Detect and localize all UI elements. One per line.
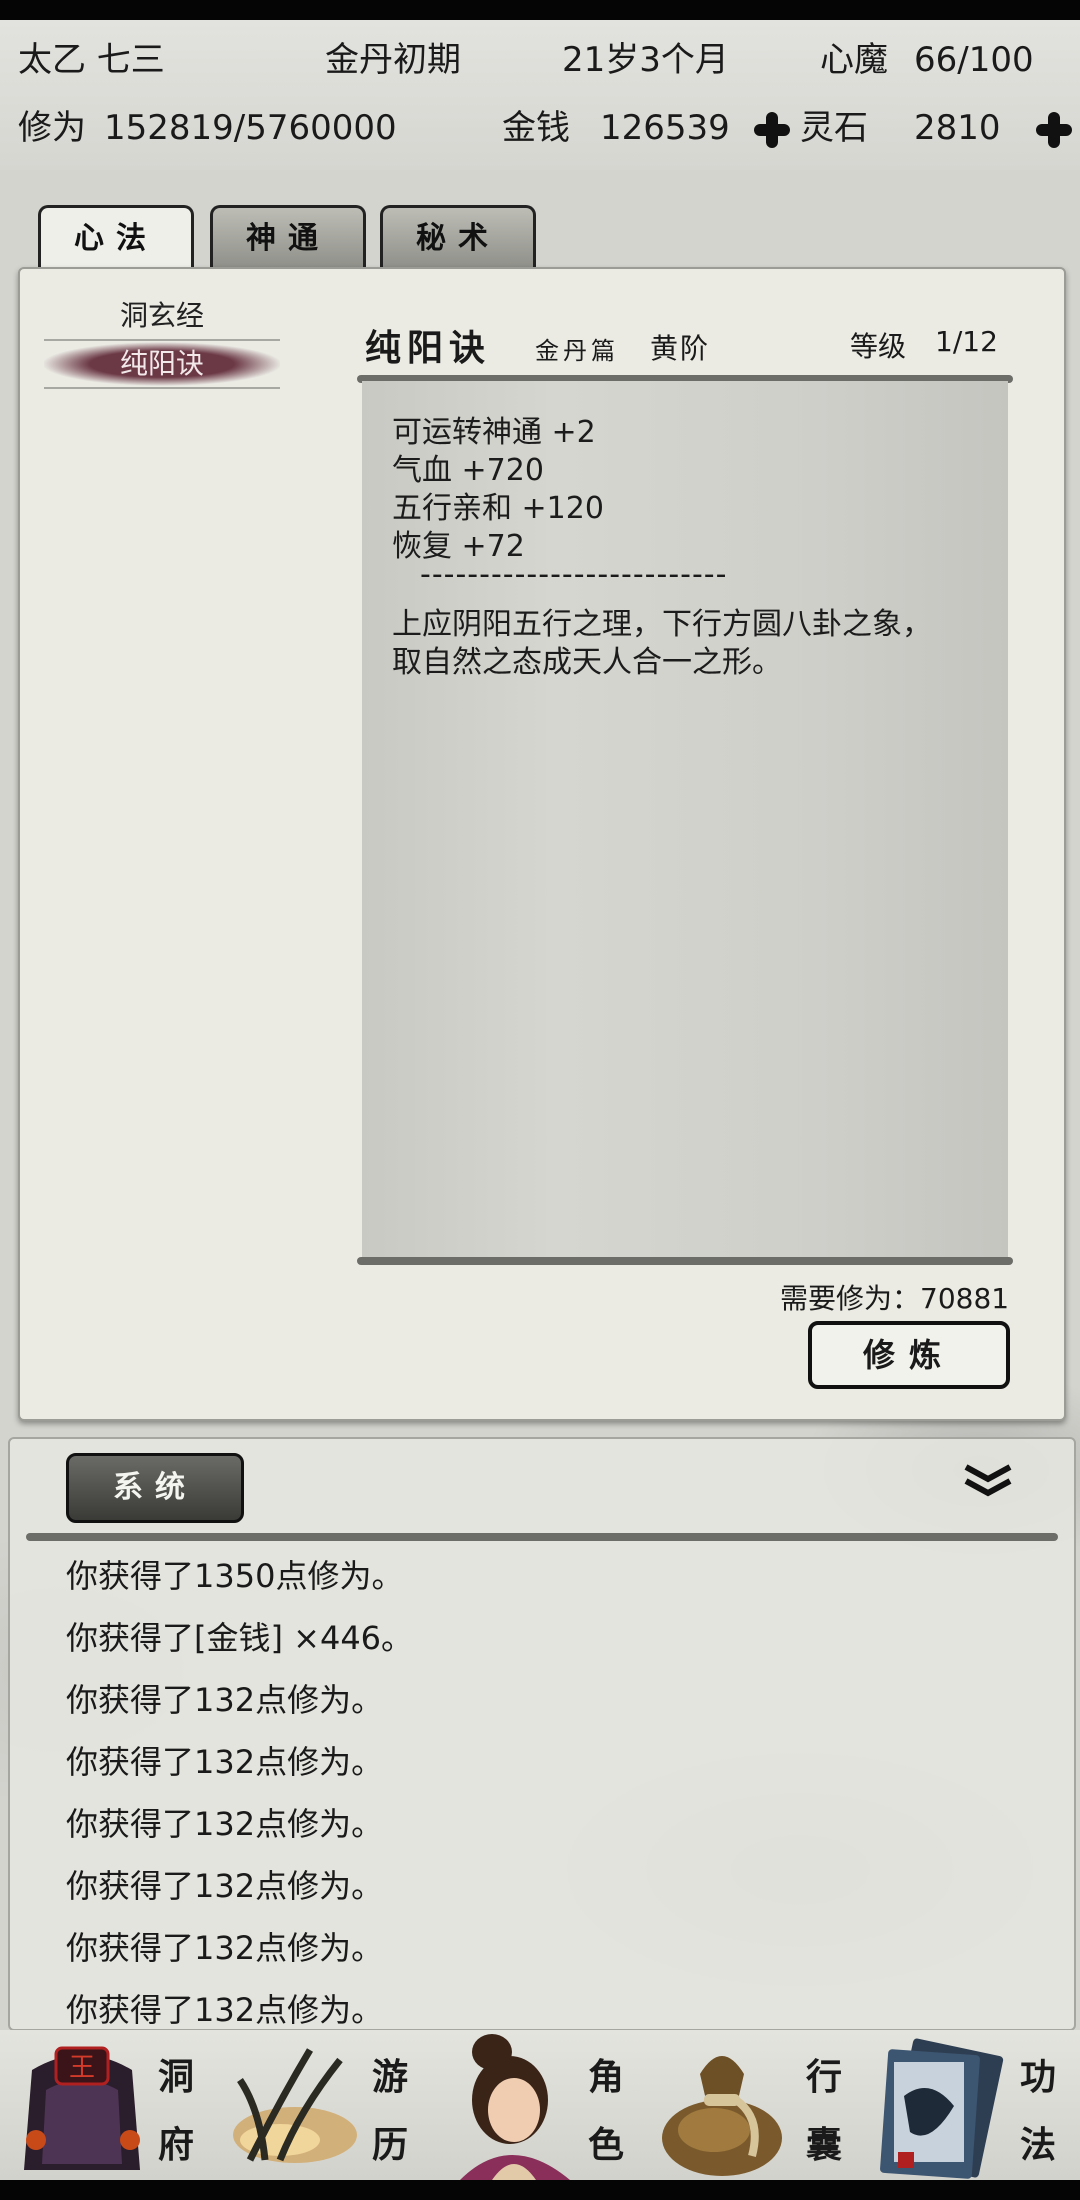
level-label: 等级 — [850, 330, 907, 363]
add-spirit-stone-icon[interactable] — [1034, 110, 1074, 150]
log-line: 你获得了132点修为。 — [66, 1929, 384, 1967]
add-money-icon[interactable] — [752, 110, 792, 150]
nav-cave-char-1[interactable]: 洞 — [158, 2048, 194, 2100]
log-divider — [26, 1533, 1058, 1541]
detail-divider: -------------------------- — [420, 557, 728, 592]
spirit-stone-label: 灵石 — [800, 108, 868, 148]
log-line: 你获得了[金钱] ×446。 — [66, 1619, 414, 1657]
character-portrait-icon[interactable] — [440, 2030, 580, 2180]
player-status-bar: 太乙 七三 金丹初期 21岁3个月 心魔 66/100 修为 152819/57… — [0, 20, 1080, 172]
technique-item-dongxuan[interactable]: 洞玄经 — [44, 293, 280, 341]
tab-divine-ability[interactable]: 神通 — [210, 205, 366, 270]
cultivation-label: 修为 — [18, 108, 86, 148]
log-line: 你获得了1350点修为。 — [66, 1557, 404, 1595]
system-status-band — [0, 0, 1080, 20]
description-line: 取自然之态成天人合一之形。 — [392, 645, 782, 680]
tab-secret-art[interactable]: 秘术 — [380, 205, 536, 270]
tab-system-log[interactable]: 系统 — [66, 1453, 244, 1523]
technique-panel: 洞玄经 纯阳诀 纯阳诀 金丹篇 黄阶 等级 1/12 可运转神通 +2 气血 +… — [18, 267, 1066, 1421]
skills-book-icon[interactable] — [870, 2036, 1020, 2180]
money-value: 126539 — [600, 108, 730, 148]
bottom-navigation: 王 洞 府 游 历 角 色 行 囊 功 法 — [0, 2030, 1080, 2180]
cultivation-requirement: 需要修为：70881 — [780, 1282, 1010, 1315]
player-age: 21岁3个月 — [562, 40, 729, 80]
cultivation-value: 152819/5760000 — [104, 108, 397, 148]
level-value: 1/12 — [935, 325, 998, 358]
technique-title: 纯阳诀 — [365, 327, 492, 369]
technique-item-chunyang[interactable]: 纯阳诀 — [44, 341, 280, 389]
cave-seal-icon[interactable]: 王 — [12, 2030, 152, 2180]
system-log-panel: 系统 你获得了1350点修为。 你获得了[金钱] ×446。 你获得了132点修… — [8, 1437, 1076, 2031]
technique-subtitle: 金丹篇 — [535, 337, 619, 365]
scroll-bottom-rod — [357, 1257, 1013, 1265]
travel-herb-icon[interactable] — [220, 2040, 370, 2180]
log-line: 你获得了132点修为。 — [66, 1681, 384, 1719]
nav-travel-char-2[interactable]: 历 — [372, 2116, 408, 2168]
nav-bag-char-1[interactable]: 行 — [806, 2048, 842, 2100]
nav-character-char-2[interactable]: 色 — [588, 2116, 624, 2168]
collapse-double-chevron-icon[interactable] — [962, 1461, 1014, 1501]
nav-character-char-1[interactable]: 角 — [588, 2048, 624, 2100]
system-navigation-band — [0, 2180, 1080, 2200]
svg-text:王: 王 — [69, 2053, 95, 2083]
nav-bag-char-2[interactable]: 囊 — [806, 2116, 842, 2168]
heart-demon-label: 心魔 — [820, 40, 888, 80]
bag-pouch-icon[interactable] — [652, 2038, 792, 2180]
nav-skills-char-2[interactable]: 法 — [1020, 2116, 1056, 2168]
money-label: 金钱 — [502, 108, 570, 148]
log-line: 你获得了132点修为。 — [66, 1867, 384, 1905]
player-realm: 金丹初期 — [325, 40, 461, 80]
log-line: 你获得了132点修为。 — [66, 1743, 384, 1781]
nav-cave-char-2[interactable]: 府 — [158, 2116, 194, 2168]
nav-travel-char-1[interactable]: 游 — [372, 2048, 408, 2100]
player-name: 太乙 七三 — [18, 40, 165, 80]
heart-demon-value: 66/100 — [914, 40, 1034, 80]
spirit-stone-value: 2810 — [914, 108, 1001, 148]
cultivate-button[interactable]: 修炼 — [808, 1321, 1010, 1389]
log-line: 你获得了132点修为。 — [66, 1991, 384, 2029]
log-line: 你获得了132点修为。 — [66, 1805, 384, 1843]
nav-skills-char-1[interactable]: 功 — [1020, 2048, 1056, 2100]
technique-rank: 黄阶 — [650, 332, 711, 365]
